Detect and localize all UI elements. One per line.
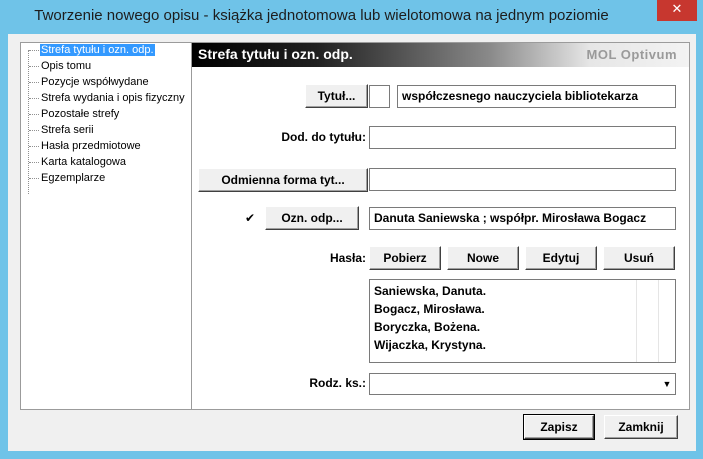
brand-label: MOL Optivum <box>586 47 677 62</box>
list-column-separator <box>636 280 637 362</box>
close-button[interactable]: ✕ <box>657 0 697 21</box>
tree-item-strefa-serii[interactable]: Strefa serii <box>29 124 95 138</box>
dod-do-tytulu-label: Dod. do tytułu: <box>281 130 366 144</box>
hasla-label: Hasła: <box>329 251 366 265</box>
ozn-odp-field[interactable]: Danuta Saniewska ; współpr. Mirosława Bo… <box>369 207 676 230</box>
rodz-ks-label: Rodz. ks.: <box>309 376 366 390</box>
close-icon: ✕ <box>671 2 683 17</box>
nowe-button[interactable]: Nowe <box>447 246 519 270</box>
hasla-list[interactable]: Saniewska, Danuta. Bogacz, Mirosława. Bo… <box>369 279 676 363</box>
pobierz-button[interactable]: Pobierz <box>369 246 441 270</box>
list-item[interactable]: Wijaczka, Krystyna. <box>374 338 486 352</box>
panel-title: Strefa tytułu i ozn. odp. <box>198 46 353 62</box>
odmienna-forma-field[interactable] <box>369 168 676 191</box>
tree-item-strefa-wydania[interactable]: Strefa wydania i opis fizyczny <box>29 92 186 106</box>
rodz-ks-select[interactable]: ▼ <box>369 373 676 395</box>
tytul-small-field[interactable] <box>369 85 390 108</box>
tytul-field[interactable]: współczesnego nauczyciela bibliotekarza <box>397 85 676 108</box>
form-panel: Strefa tytułu i ozn. odp. MOL Optivum Ty… <box>191 42 690 410</box>
list-item[interactable]: Saniewska, Danuta. <box>374 284 486 298</box>
title-bar[interactable]: Tworzenie nowego opisu - książka jednoto… <box>0 0 703 34</box>
section-tree: Strefa tytułu i ozn. odp. Opis tomu Pozy… <box>20 42 192 410</box>
tree-item-hasla-przedmiotowe[interactable]: Hasła przedmiotowe <box>29 140 142 154</box>
list-item[interactable]: Boryczka, Bożena. <box>374 320 480 334</box>
dialog-client-area: Strefa tytułu i ozn. odp. Opis tomu Pozy… <box>8 34 696 451</box>
odmienna-forma-button[interactable]: Odmienna forma tyt... <box>198 168 368 192</box>
tree-item-pozycje-wspolwydane[interactable]: Pozycje współwydane <box>29 76 150 90</box>
zapisz-button[interactable]: Zapisz <box>523 414 595 440</box>
edytuj-button[interactable]: Edytuj <box>525 246 597 270</box>
window-title: Tworzenie nowego opisu - książka jednoto… <box>34 7 609 24</box>
dod-do-tytulu-field[interactable] <box>369 126 676 149</box>
list-column-separator <box>658 280 659 362</box>
usun-button[interactable]: Usuń <box>603 246 675 270</box>
tree-item-strefa-tytulu[interactable]: Strefa tytułu i ozn. odp. <box>29 44 155 58</box>
chevron-down-icon[interactable]: ▼ <box>660 375 674 393</box>
ozn-odp-button[interactable]: Ozn. odp... <box>265 206 359 230</box>
tree-item-egzemplarze[interactable]: Egzemplarze <box>29 172 106 186</box>
list-item[interactable]: Bogacz, Mirosława. <box>374 302 485 316</box>
dialog-window: Tworzenie nowego opisu - książka jednoto… <box>0 0 703 459</box>
tree-item-pozostale-strefy[interactable]: Pozostałe strefy <box>29 108 120 122</box>
ozn-odp-checkbox[interactable]: ✔ <box>244 212 256 224</box>
zamknij-button[interactable]: Zamknij <box>604 415 678 439</box>
panel-header: Strefa tytułu i ozn. odp. MOL Optivum <box>192 43 689 67</box>
tytul-button[interactable]: Tytuł... <box>305 84 368 108</box>
tree-item-karta-katalogowa[interactable]: Karta katalogowa <box>29 156 127 170</box>
tree-item-opis-tomu[interactable]: Opis tomu <box>29 60 92 74</box>
